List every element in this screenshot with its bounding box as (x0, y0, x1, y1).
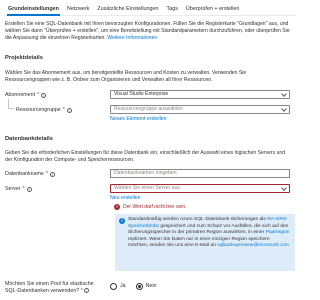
tab-basics[interactable]: Grundeinstellungen (4, 4, 63, 16)
resource-group-select[interactable]: Ressourcengruppe auswählen (110, 105, 290, 114)
tab-additional-settings[interactable]: Zusätzliche Einstellungen (93, 4, 162, 15)
info-text-1: Standardmäßig werden Azure SQL-Datenbank… (128, 217, 266, 222)
tab-tags[interactable]: Tags (163, 4, 182, 15)
resource-group-label: Ressourcengruppe * i (16, 107, 72, 114)
server-select[interactable]: Wählen Sie einen Server aus. (110, 184, 290, 193)
server-placeholder: Wählen Sie einen Server aus. (114, 185, 182, 192)
database-description: Geben Sie die erforderlichen Einstellung… (5, 150, 286, 163)
radio-no-circle[interactable] (135, 283, 143, 290)
elastic-pool-radio-group: Ja Nein (110, 283, 157, 290)
tab-review-create[interactable]: Überprüfen + erstellen (182, 4, 244, 15)
chevron-down-icon (281, 184, 287, 191)
database-name-label-text: Datenbankname (5, 171, 44, 177)
new-resource-group-link[interactable]: Neues Element erstellen (110, 116, 167, 123)
radio-yes-label: Ja (120, 283, 126, 290)
tree-connector (8, 99, 14, 109)
info-icon[interactable]: i (41, 92, 47, 98)
tab-network[interactable]: Netzwerk (63, 4, 93, 15)
chevron-down-icon (281, 90, 287, 97)
server-label: Server * i (5, 186, 32, 193)
radio-no-label: Nein (145, 283, 157, 290)
section-title-database: Datenbankdetails (5, 136, 53, 142)
required-marker: * (37, 92, 40, 98)
required-marker: * (22, 186, 25, 192)
resource-group-placeholder: Ressourcengruppe auswählen (114, 106, 183, 113)
paired-region-link[interactable]: Paarregion (266, 230, 290, 235)
error-icon: ! (114, 204, 120, 211)
database-name-placeholder: Datenbanknamen eingeben (114, 170, 177, 177)
info-icon[interactable]: i (66, 107, 72, 113)
resource-group-label-text: Ressourcengruppe (16, 107, 61, 113)
info-icon[interactable]: i (84, 288, 90, 293)
radio-yes[interactable]: Ja (110, 283, 126, 290)
radio-no[interactable]: Nein (135, 283, 157, 290)
subscription-value: Visual Studio Enterprise (114, 91, 169, 98)
elastic-pool-label: Möchten Sie einen Pool für elastische SQ… (5, 281, 105, 295)
info-icon[interactable]: i (49, 171, 55, 177)
database-name-label: Datenbankname * i (5, 171, 55, 178)
subscription-label: Abonnement * i (5, 92, 47, 99)
backup-info-box: i Standardmäßig werden Azure SQL-Datenba… (115, 214, 295, 271)
subscription-label-text: Abonnement (5, 92, 36, 98)
intro-text: Erstellen Sie eine SQL-Datenbank mit Ihr… (5, 21, 290, 42)
server-error-message: ! Der Wert darf nicht leer sein. (114, 204, 187, 211)
subscription-select[interactable]: Visual Studio Enterprise (110, 90, 290, 99)
server-label-text: Server (5, 186, 21, 192)
required-marker: * (45, 171, 48, 177)
radio-yes-circle[interactable] (110, 283, 117, 290)
new-server-link[interactable]: Neu erstellen (110, 195, 141, 202)
learn-more-link[interactable]: Weitere Informationen (107, 35, 157, 41)
required-marker: * (80, 288, 83, 294)
database-name-input[interactable]: Datenbanknamen eingeben (110, 169, 290, 178)
email-link[interactable]: sqlbackupreview@microsoft.com (217, 243, 289, 248)
info-icon: i (119, 218, 125, 224)
tab-bar: Grundeinstellungen Netzwerk Zusätzliche … (4, 4, 296, 16)
project-description: Wählen Sie das Abonnement aus, um bereit… (5, 70, 247, 83)
info-icon[interactable]: i (26, 186, 32, 192)
required-marker: * (62, 107, 65, 113)
section-title-project: Projektdetails (5, 55, 44, 61)
chevron-down-icon (281, 105, 287, 112)
server-error-text: Der Wert darf nicht leer sein. (123, 204, 187, 210)
